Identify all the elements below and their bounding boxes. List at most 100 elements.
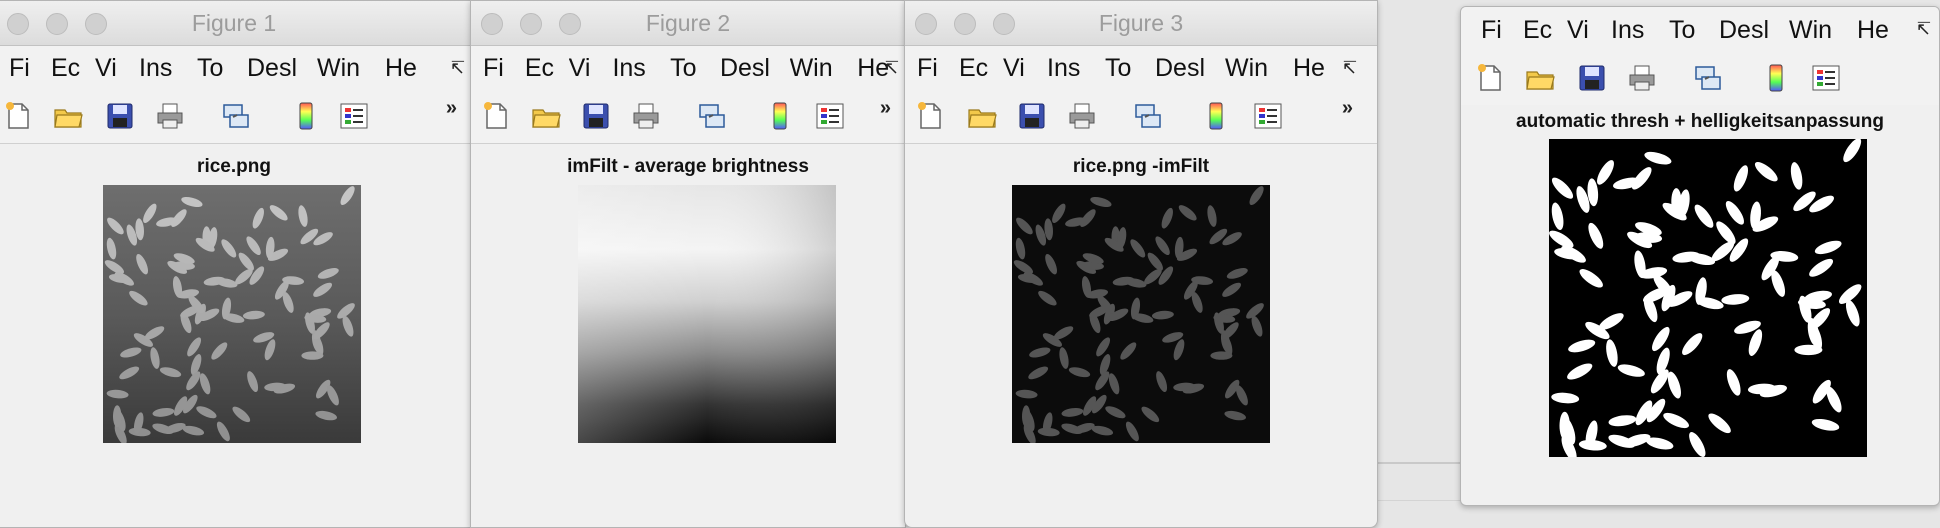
axes-title: imFilt - average brightness: [567, 156, 809, 177]
link-plot-icon[interactable]: [1133, 101, 1163, 131]
window-title: Figure 3: [1098, 10, 1184, 36]
rice-minus-filter-image: [1012, 185, 1270, 443]
axes-title: rice.png -imFilt: [1072, 156, 1210, 177]
colorbar-icon[interactable]: [1761, 63, 1791, 93]
menu-insert[interactable]: Ins: [612, 54, 656, 83]
menu-overflow-icon[interactable]: ↸: [450, 58, 465, 79]
axes-title: automatic thresh + helligkeitsanpassung: [1516, 111, 1884, 132]
menu-view[interactable]: Vi: [1567, 16, 1597, 45]
colorbar-icon[interactable]: [765, 101, 795, 131]
window-titlebar[interactable]: Figure 1: [0, 1, 471, 46]
rice-grain: [1210, 351, 1233, 360]
average-brightness-image: [578, 185, 836, 443]
menu-desktop[interactable]: Desl: [1719, 16, 1775, 45]
rice-minus-filter-plot: [1012, 185, 1270, 443]
threshold-mask-plot: [1549, 139, 1867, 457]
menu-edit[interactable]: Ec: [525, 54, 555, 83]
menu-window[interactable]: Win: [1789, 16, 1843, 45]
menu-file[interactable]: Fi: [483, 54, 511, 83]
new-file-icon[interactable]: [481, 101, 511, 131]
link-plot-icon[interactable]: [697, 101, 727, 131]
average-brightness-plot: [578, 185, 836, 443]
menu-window[interactable]: Win: [1225, 54, 1279, 83]
save-icon[interactable]: [105, 101, 135, 131]
menu-edit[interactable]: Ec: [51, 54, 81, 83]
legend-icon[interactable]: [1811, 63, 1841, 93]
menu-insert[interactable]: Ins: [1047, 54, 1091, 83]
toolbar-overflow-icon[interactable]: »: [1342, 97, 1353, 120]
window-titlebar[interactable]: Figure 3: [905, 1, 1377, 46]
window-title: Figure 1: [191, 10, 277, 36]
menu-overflow-icon[interactable]: ↸: [884, 58, 899, 79]
menu-insert[interactable]: Ins: [1611, 16, 1655, 45]
menu-tools[interactable]: To: [1669, 16, 1705, 45]
open-folder-icon[interactable]: [1525, 63, 1555, 93]
menu-file[interactable]: Fi: [1481, 16, 1509, 45]
figure-window-4[interactable]: Fi Ec Vi Ins To Desl Win He ↸ automatic …: [1460, 6, 1940, 506]
toolbar-overflow-icon[interactable]: »: [880, 97, 891, 120]
figure-toolbar: »: [0, 91, 471, 144]
axes-title: rice.png: [197, 156, 271, 177]
rice-image-plot: [103, 185, 361, 443]
menu-tools[interactable]: To: [197, 54, 233, 83]
figure-window-2[interactable]: Figure 2 Fi Ec Vi Ins To Desl Win He ↸ »…: [470, 0, 906, 528]
menu-overflow-icon[interactable]: ↸: [1916, 19, 1931, 40]
save-icon[interactable]: [581, 101, 611, 131]
legend-icon[interactable]: [815, 101, 845, 131]
rice-grain: [1021, 405, 1031, 428]
rice-image: [103, 185, 361, 443]
menu-file[interactable]: Fi: [917, 54, 945, 83]
print-icon[interactable]: [155, 101, 185, 131]
toolbar-overflow-icon[interactable]: »: [446, 97, 457, 120]
menu-help[interactable]: He: [1857, 16, 1891, 45]
menu-edit[interactable]: Ec: [959, 54, 989, 83]
menu-view[interactable]: Vi: [1003, 54, 1033, 83]
legend-icon[interactable]: [1253, 101, 1283, 131]
colorbar-icon[interactable]: [1201, 101, 1231, 131]
menu-desktop[interactable]: Desl: [1155, 54, 1211, 83]
rice-grain: [112, 405, 122, 428]
menu-tools[interactable]: To: [1105, 54, 1141, 83]
threshold-mask-image: [1549, 139, 1867, 457]
menu-overflow-icon[interactable]: ↸: [1342, 58, 1357, 79]
link-plot-icon[interactable]: [221, 101, 251, 131]
new-file-icon[interactable]: [915, 101, 945, 131]
save-icon[interactable]: [1577, 63, 1607, 93]
figure-window-1[interactable]: Figure 1 Fi Ec Vi Ins To Desl Win He ↸ »…: [0, 0, 472, 528]
menu-help[interactable]: He: [1293, 54, 1327, 83]
window-title: Figure 2: [645, 10, 731, 36]
new-file-icon[interactable]: [3, 101, 33, 131]
menu-bar: Fi Ec Vi Ins To Desl Win He ↸: [471, 46, 905, 91]
rice-grain: [301, 351, 324, 360]
menu-view[interactable]: Vi: [95, 54, 125, 83]
menu-bar: Fi Ec Vi Ins To Desl Win He ↸: [905, 46, 1377, 91]
menu-window[interactable]: Win: [317, 54, 371, 83]
window-titlebar[interactable]: Figure 2: [471, 1, 905, 46]
menu-desktop[interactable]: Desl: [720, 54, 776, 83]
figure-toolbar: [1461, 53, 1939, 105]
rice-grain: [1559, 411, 1570, 440]
print-icon[interactable]: [1067, 101, 1097, 131]
print-icon[interactable]: [631, 101, 661, 131]
figure-window-3[interactable]: Figure 3 Fi Ec Vi Ins To Desl Win He ↸ »…: [904, 0, 1378, 528]
figure-toolbar: »: [471, 91, 905, 144]
menu-bar: Fi Ec Vi Ins To Desl Win He ↸: [0, 46, 471, 91]
menu-bar: Fi Ec Vi Ins To Desl Win He ↸: [1461, 7, 1939, 53]
menu-help[interactable]: He: [385, 54, 419, 83]
menu-desktop[interactable]: Desl: [247, 54, 303, 83]
open-folder-icon[interactable]: [53, 101, 83, 131]
print-icon[interactable]: [1627, 63, 1657, 93]
menu-file[interactable]: Fi: [9, 54, 37, 83]
menu-tools[interactable]: To: [670, 54, 706, 83]
new-file-icon[interactable]: [1475, 63, 1505, 93]
open-folder-icon[interactable]: [531, 101, 561, 131]
menu-view[interactable]: Vi: [569, 54, 599, 83]
save-icon[interactable]: [1017, 101, 1047, 131]
menu-insert[interactable]: Ins: [139, 54, 183, 83]
link-plot-icon[interactable]: [1693, 63, 1723, 93]
menu-window[interactable]: Win: [790, 54, 844, 83]
legend-icon[interactable]: [339, 101, 369, 131]
colorbar-icon[interactable]: [291, 101, 321, 131]
menu-edit[interactable]: Ec: [1523, 16, 1553, 45]
open-folder-icon[interactable]: [967, 101, 997, 131]
